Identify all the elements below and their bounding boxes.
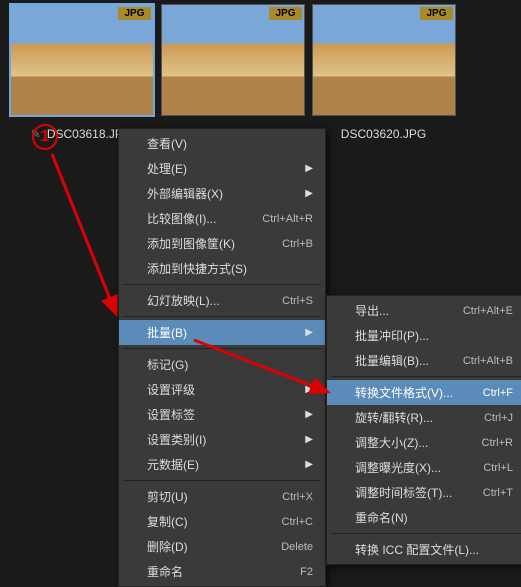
context-menu-main: 查看(V) 处理(E) ▶ 外部编辑器(X) ▶ 比较图像(I)... Ctrl+Alt+R…	[118, 128, 326, 587]
format-badge: JPG	[118, 7, 150, 20]
menu-item-shortcut: Ctrl+L	[483, 462, 513, 474]
menu-item-label: 调整曝光度(X)...	[355, 459, 465, 476]
menu-item-shortcut: Ctrl+X	[282, 491, 313, 503]
menu-item-shortcut: Ctrl+C	[282, 516, 313, 528]
menu-item[interactable]: 批量(B) ▶	[119, 320, 325, 345]
context-submenu-batch: 导出... Ctrl+Alt+E 批量冲印(P)... 批量编辑(B)... Ctrl+…	[326, 295, 521, 565]
menu-item[interactable]: 添加到快捷方式(S)	[119, 256, 325, 281]
format-badge: JPG	[420, 7, 452, 20]
submenu-arrow-icon: ▶	[305, 327, 313, 338]
menu-item[interactable]: 设置标签 ▶	[119, 402, 325, 427]
menu-item-label: 设置标签	[147, 406, 287, 423]
menu-item[interactable]: 重命名(N)	[327, 505, 521, 530]
submenu-arrow-icon: ▶	[305, 188, 313, 199]
submenu-arrow-icon: ▶	[305, 409, 313, 420]
menu-item[interactable]: 查看(V)	[119, 131, 325, 156]
arrow-1	[52, 154, 116, 314]
menu-item-label: 比较图像(I)...	[147, 210, 244, 227]
menu-item-label: 查看(V)	[147, 135, 313, 152]
thumbnail-item[interactable]: JPG ✎ DSC03618.JPG	[8, 4, 155, 144]
menu-item[interactable]: 剪切(U) Ctrl+X	[119, 484, 325, 509]
menu-item-label: 添加到图像筐(K)	[147, 235, 264, 252]
menu-item-label: 重命名(N)	[355, 509, 513, 526]
menu-separator	[123, 480, 321, 481]
menu-item[interactable]: 添加到图像筐(K) Ctrl+B	[119, 231, 325, 256]
menu-item-label: 批量冲印(P)...	[355, 327, 513, 344]
menu-item[interactable]: 标记(G)	[119, 352, 325, 377]
thumbnail-strip: JPG ✎ DSC03618.JPG JPG JPG DSC03620.JPG	[0, 0, 521, 144]
submenu-arrow-icon: ▶	[305, 163, 313, 174]
menu-separator	[331, 533, 521, 534]
menu-item-shortcut: Ctrl+B	[282, 238, 313, 250]
thumbnail-label: DSC03620.JPG	[341, 127, 426, 141]
menu-item-label: 外部编辑器(X)	[147, 185, 287, 202]
menu-item-shortcut: Ctrl+T	[483, 487, 513, 499]
menu-separator	[123, 284, 321, 285]
menu-item[interactable]: 批量编辑(B)... Ctrl+Alt+B	[327, 348, 521, 373]
thumbnail-item[interactable]: JPG	[159, 4, 306, 144]
menu-item[interactable]: 旋转/翻转(R)... Ctrl+J	[327, 405, 521, 430]
menu-separator	[123, 316, 321, 317]
thumbnail-image: JPG	[161, 4, 305, 116]
format-badge: JPG	[269, 7, 301, 20]
menu-item[interactable]: 导出... Ctrl+Alt+E	[327, 298, 521, 323]
menu-item-label: 设置类别(I)	[147, 431, 287, 448]
menu-item[interactable]: 外部编辑器(X) ▶	[119, 181, 325, 206]
submenu-arrow-icon: ▶	[305, 434, 313, 445]
menu-item-label: 重命名	[147, 563, 282, 580]
menu-item[interactable]: 幻灯放映(L)... Ctrl+S	[119, 288, 325, 313]
menu-item[interactable]: 元数据(E) ▶	[119, 452, 325, 477]
menu-item-shortcut: Ctrl+Alt+E	[463, 305, 513, 317]
menu-item-label: 标记(G)	[147, 356, 313, 373]
menu-item[interactable]: 调整曝光度(X)... Ctrl+L	[327, 455, 521, 480]
submenu-arrow-icon: ▶	[305, 384, 313, 395]
menu-separator	[123, 348, 321, 349]
menu-item-label: 处理(E)	[147, 160, 287, 177]
menu-item[interactable]: 重命名 F2	[119, 559, 325, 584]
menu-item-label: 设置评级	[147, 381, 287, 398]
menu-item-shortcut: Ctrl+J	[484, 412, 513, 424]
menu-item[interactable]: 调整时间标签(T)... Ctrl+T	[327, 480, 521, 505]
menu-item-label: 批量编辑(B)...	[355, 352, 445, 369]
menu-item[interactable]: 复制(C) Ctrl+C	[119, 509, 325, 534]
menu-item[interactable]: 设置类别(I) ▶	[119, 427, 325, 452]
menu-item-label: 转换文件格式(V)...	[355, 384, 465, 401]
thumbnail-item[interactable]: JPG DSC03620.JPG	[310, 4, 457, 144]
menu-item-shortcut: Ctrl+S	[282, 295, 313, 307]
menu-item-label: 导出...	[355, 302, 445, 319]
menu-item-shortcut: Ctrl+F	[483, 387, 513, 399]
menu-item-shortcut: Delete	[281, 541, 313, 553]
menu-item-label: 转换 ICC 配置文件(L)...	[355, 541, 513, 558]
menu-item-shortcut: F2	[300, 566, 313, 578]
menu-separator	[331, 376, 521, 377]
menu-item[interactable]: 设置评级 ▶	[119, 377, 325, 402]
menu-item[interactable]: 调整大小(Z)... Ctrl+R	[327, 430, 521, 455]
annotation-circle-1: 1	[32, 124, 58, 150]
menu-item-label: 批量(B)	[147, 324, 287, 341]
menu-item-label: 复制(C)	[147, 513, 264, 530]
menu-item-shortcut: Ctrl+Alt+R	[262, 213, 313, 225]
thumbnail-image: JPG	[10, 4, 154, 116]
menu-item-label: 调整大小(Z)...	[355, 434, 464, 451]
menu-item-label: 添加到快捷方式(S)	[147, 260, 313, 277]
menu-item-label: 剪切(U)	[147, 488, 264, 505]
menu-item[interactable]: 删除(D)Delete	[119, 534, 325, 559]
menu-item-label: 幻灯放映(L)...	[147, 292, 264, 309]
submenu-arrow-icon: ▶	[305, 459, 313, 470]
menu-item-label: 调整时间标签(T)...	[355, 484, 465, 501]
menu-item-shortcut: Ctrl+R	[482, 437, 513, 449]
menu-item[interactable]: 批量冲印(P)...	[327, 323, 521, 348]
menu-item-label: 元数据(E)	[147, 456, 287, 473]
menu-item-shortcut: Ctrl+Alt+B	[463, 355, 513, 367]
menu-item[interactable]: 处理(E) ▶	[119, 156, 325, 181]
thumbnail-image: JPG	[312, 4, 456, 116]
menu-item[interactable]: 比较图像(I)... Ctrl+Alt+R	[119, 206, 325, 231]
menu-item-label: 旋转/翻转(R)...	[355, 409, 466, 426]
menu-item[interactable]: 转换文件格式(V)... Ctrl+F	[327, 380, 521, 405]
